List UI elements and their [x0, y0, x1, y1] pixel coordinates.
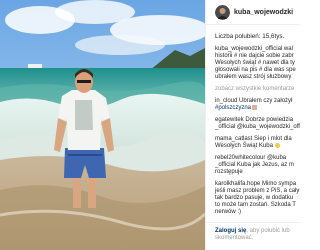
- login-prompt: Zaloguj się, aby polubić lub skomentować…: [206, 222, 300, 250]
- comment-line: _official @kuba_wojewodzki_offi: [215, 124, 300, 131]
- comment-item: egatewitek Dobrze powiedzia _official @k…: [215, 117, 300, 131]
- comment-line: rozstępuje: [215, 169, 243, 176]
- comment-item: in_cloud Ubrałem czy założył #polszczyzn…: [215, 98, 300, 112]
- caption-line: ubrałem wasz strój służbowy: [215, 74, 292, 80]
- comment-line: rebel20whitecolour @kuba: [215, 155, 287, 162]
- username-link[interactable]: kuba_wojewodzki: [234, 9, 293, 16]
- emoji-icon: [252, 105, 258, 110]
- login-link[interactable]: Zaloguj się: [215, 228, 246, 234]
- comment-item: karolkhalifa.hope Mimo sympa jeśli masz …: [215, 181, 300, 216]
- comment-line: _official Kuba jak Jezus, az m: [215, 162, 294, 169]
- comment-text: Wesołych Świąt Kuba: [215, 143, 273, 150]
- post-sidebar: kuba_wojewodzki Liczba polubień: 15,6tys…: [205, 0, 300, 250]
- emoji-icon: [274, 143, 280, 149]
- login-prompt-text: , aby polubić lub: [246, 228, 290, 234]
- comment-line: tak bardzo pasuje, w dodatku: [215, 195, 294, 202]
- post-photo[interactable]: [0, 0, 205, 250]
- comment-item: mama_catlast Siep i mlot dla Wesołych Św…: [215, 136, 300, 150]
- comment-line: nerwów :): [215, 209, 242, 216]
- caption-line: historii # nie dajcie sobie zabr: [215, 53, 294, 59]
- post-header: kuba_wojewodzki: [206, 0, 300, 25]
- likes-count[interactable]: Liczba polubień: 15,6tys.: [206, 25, 300, 40]
- hashtag-link[interactable]: #polszczyzna: [215, 105, 300, 112]
- caption-line: głosowali na pis # dla was spe: [215, 67, 296, 73]
- caption: kuba_wojewodzki_official wal historii # …: [215, 46, 300, 81]
- hashtag-text[interactable]: #polszczyzna: [215, 105, 251, 111]
- avatar-icon: [215, 4, 230, 20]
- avatar[interactable]: [215, 4, 230, 20]
- comment-item: rebel20whitecolour @kuba _official Kuba …: [215, 155, 300, 176]
- beach-photo-image: [0, 0, 205, 250]
- caption-line: Wesołych świąt # nawet dla ty: [215, 60, 295, 66]
- comments-list: kuba_wojewodzki_official wal historii # …: [206, 40, 300, 216]
- comment-line: karolkhalifa.hope Mimo sympa: [215, 181, 297, 188]
- login-prompt-text: skomentować.: [215, 235, 254, 241]
- comment-line: egatewitek Dobrze powiedzia: [215, 117, 294, 124]
- caption-line: kuba_wojewodzki_official wal: [215, 46, 293, 52]
- comment-line: jeśli masz problem z PiS, a cały: [215, 188, 300, 195]
- view-all-comments-link[interactable]: zobacz wszystkie komentarze: [215, 86, 300, 93]
- comment-line: Wesołych Świąt Kuba: [215, 143, 300, 150]
- comment-line: to może tam zostań. Szkoda T: [215, 202, 296, 209]
- comment-line: in_cloud Ubrałem czy założył: [215, 98, 293, 104]
